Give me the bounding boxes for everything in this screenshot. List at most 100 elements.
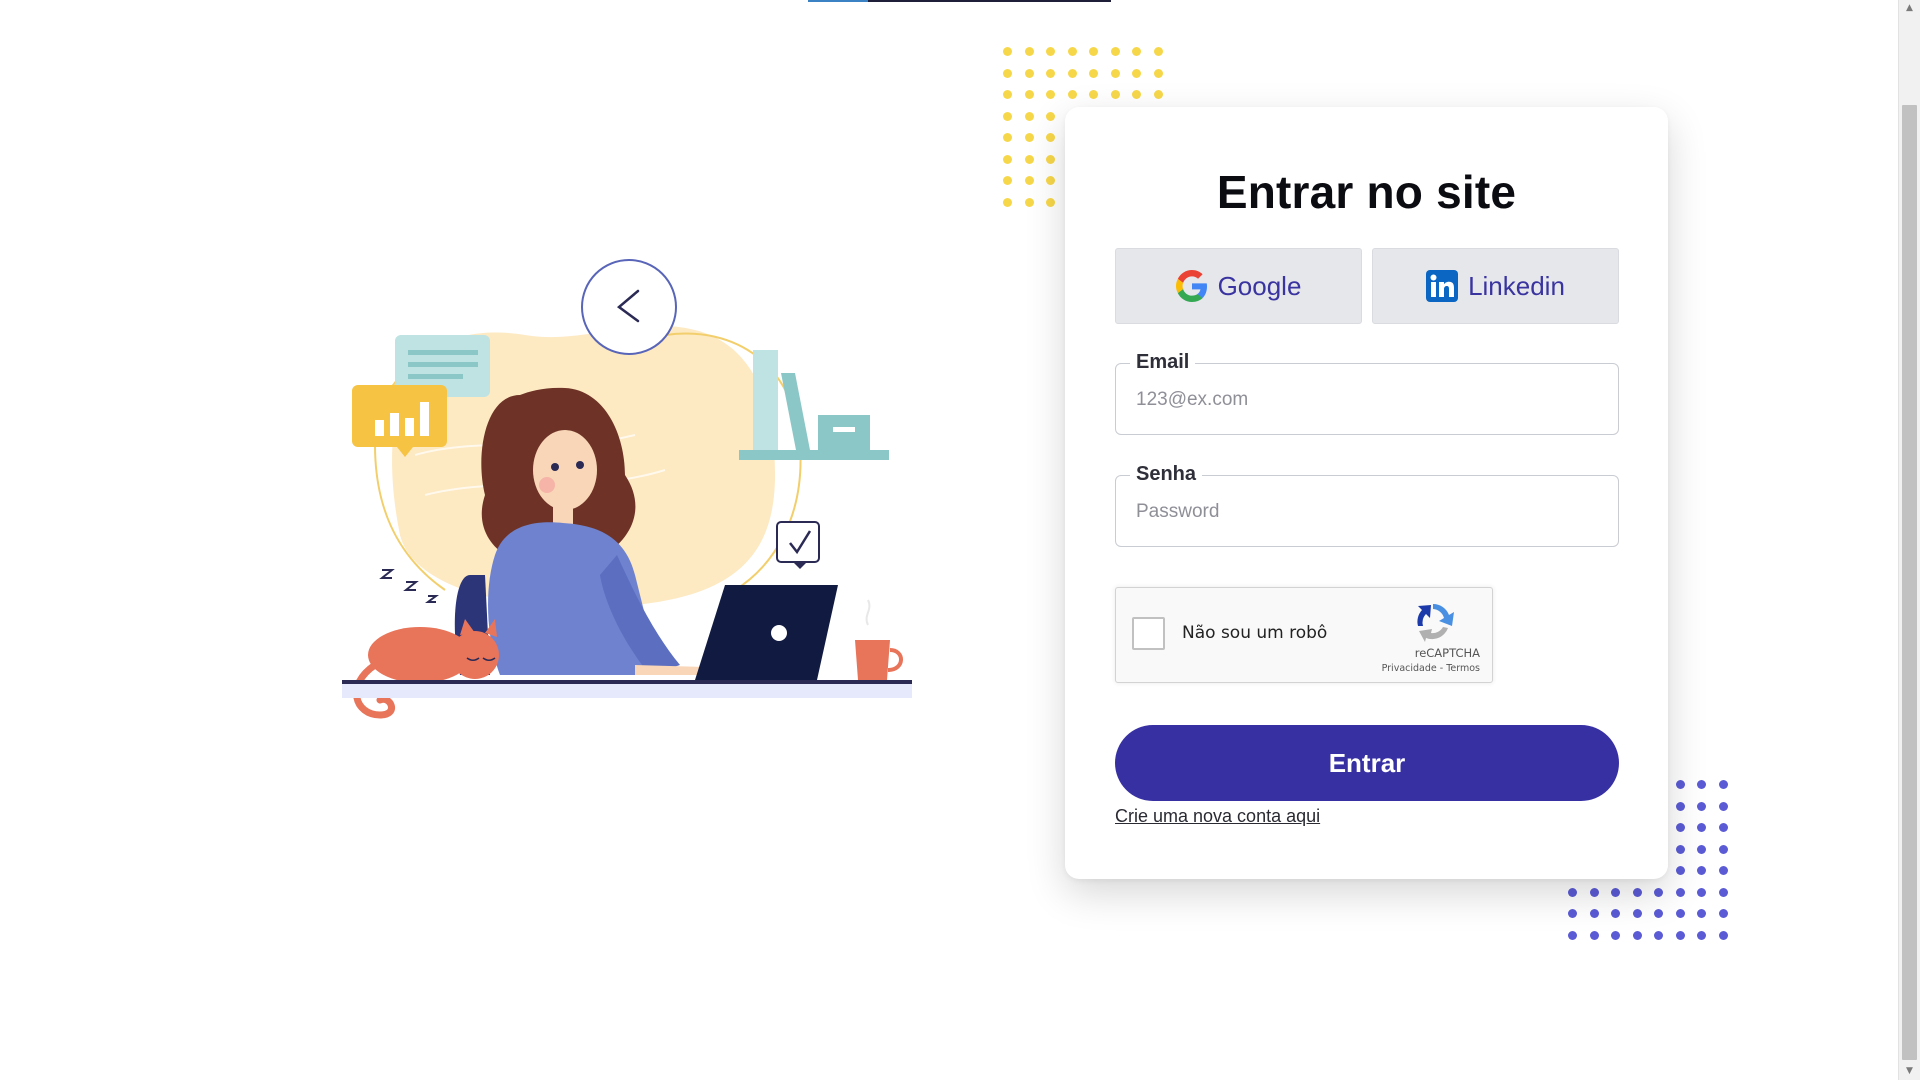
decorative-dot (1132, 90, 1141, 99)
decorative-dot (1675, 801, 1685, 811)
decorative-dot (1024, 154, 1034, 164)
email-field-container: Email (1115, 351, 1619, 435)
password-input[interactable] (1136, 498, 1596, 526)
decorative-dot (1718, 801, 1728, 811)
decorative-dot (1675, 887, 1685, 897)
recaptcha-links: Privacidade - Termos (1316, 663, 1480, 674)
decorative-dot (1697, 780, 1706, 789)
decorative-dot (1046, 90, 1055, 99)
decorative-dot (1654, 930, 1663, 940)
google-login-label: Google (1217, 270, 1302, 301)
decorative-dot (1675, 909, 1685, 918)
decorative-dot (1132, 47, 1141, 56)
decorative-dot (1153, 68, 1163, 78)
decorative-dot (1654, 909, 1663, 918)
decorative-dot (1611, 887, 1620, 897)
decorative-dot (1697, 866, 1706, 875)
decorative-dot (1718, 823, 1728, 832)
decorative-dot (1675, 844, 1685, 854)
decorative-dot (1024, 68, 1034, 78)
decorative-dot (1153, 90, 1163, 99)
decorative-dot (1024, 176, 1034, 185)
password-label: Senha (1130, 463, 1203, 486)
scrollbar-thumb[interactable] (1902, 105, 1917, 1060)
decorative-dot (1568, 909, 1577, 918)
recaptcha-label: Não sou um robô (1182, 623, 1328, 643)
email-label: Email (1130, 351, 1196, 374)
decorative-dot (1089, 90, 1098, 99)
decorative-dot (1675, 823, 1685, 832)
decorative-dot (1046, 197, 1055, 207)
decorative-dot (1089, 68, 1098, 78)
decorative-dot (1697, 930, 1706, 940)
linkedin-login-button[interactable]: Linkedin (1372, 248, 1619, 324)
recaptcha-widget: Não sou um robô reCAPTCHA Privacidade - … (1115, 587, 1493, 683)
decorative-dot (1003, 154, 1012, 164)
google-login-button[interactable]: Google (1115, 248, 1362, 324)
scroll-up-arrow-icon[interactable]: ▲ (1899, 0, 1920, 17)
decorative-dot (1675, 866, 1685, 875)
decorative-dot (1632, 887, 1642, 897)
login-page: Entrar no site Google Linkedin Email 123… (0, 0, 1920, 1080)
recaptcha-checkbox[interactable] (1132, 617, 1165, 650)
decorative-dot (1003, 176, 1012, 185)
decorative-dot (1110, 47, 1120, 56)
decorative-dot (1067, 68, 1077, 78)
decorative-dot (1718, 780, 1728, 789)
decorative-dot (1697, 801, 1706, 811)
decorative-dot (1003, 47, 1012, 56)
decorative-dot (1046, 68, 1055, 78)
decorative-dot (1589, 887, 1599, 897)
decorative-dot (1024, 90, 1034, 99)
woman-working-illustration (342, 259, 912, 719)
page-title: Entrar no site (1216, 166, 1517, 218)
linkedin-icon (1426, 270, 1459, 302)
decorative-dot (1697, 823, 1706, 832)
decorative-dot (1611, 909, 1620, 918)
page-scrollbar[interactable]: ▲ ▼ (1898, 0, 1920, 1080)
recaptcha-privacy-link[interactable]: Privacidade (1382, 663, 1437, 674)
decorative-dot (1675, 780, 1685, 789)
decorative-dot (1718, 930, 1728, 940)
decorative-dot (1089, 47, 1098, 56)
decorative-dot (1697, 844, 1706, 854)
decorative-dot (1067, 90, 1077, 99)
decorative-dot (1046, 176, 1055, 185)
signup-link[interactable]: Crie uma nova conta aqui (1115, 806, 1320, 827)
decorative-dot (1589, 909, 1599, 918)
google-icon (1175, 270, 1207, 302)
decorative-dot (1003, 197, 1012, 207)
decorative-dot (1024, 133, 1034, 142)
submit-button[interactable]: Entrar (1115, 725, 1619, 801)
decorative-dot (1675, 930, 1685, 940)
decorative-dot (1067, 47, 1077, 56)
recaptcha-separator: - (1436, 663, 1447, 674)
scroll-down-arrow-icon[interactable]: ▼ (1899, 1063, 1920, 1080)
decorative-dot (1046, 111, 1055, 121)
decorative-dot (1003, 90, 1012, 99)
recaptcha-brand: reCAPTCHA (1414, 646, 1480, 660)
recaptcha-terms-link[interactable]: Termos (1446, 663, 1480, 674)
top-progress-line (808, 0, 1111, 2)
decorative-dot (1003, 111, 1012, 121)
decorative-dot (1132, 68, 1141, 78)
decorative-dot (1697, 909, 1706, 918)
recaptcha-icon (1417, 603, 1454, 642)
decorative-dot (1046, 154, 1055, 164)
decorative-dot (1697, 887, 1706, 897)
decorative-dot (1718, 844, 1728, 854)
decorative-dot (1003, 133, 1012, 142)
decorative-dot (1654, 887, 1663, 897)
linkedin-login-label: Linkedin (1468, 270, 1565, 301)
decorative-dot (1632, 930, 1642, 940)
decorative-dot (1046, 47, 1055, 56)
decorative-dot (1718, 887, 1728, 897)
decorative-dot (1718, 909, 1728, 918)
decorative-dot (1611, 930, 1620, 940)
decorative-dot (1046, 133, 1055, 142)
decorative-dot (1153, 47, 1163, 56)
password-field-container: Senha (1115, 463, 1619, 547)
decorative-dot (1024, 111, 1034, 121)
email-input[interactable] (1136, 386, 1596, 414)
decorative-dot (1024, 47, 1034, 56)
